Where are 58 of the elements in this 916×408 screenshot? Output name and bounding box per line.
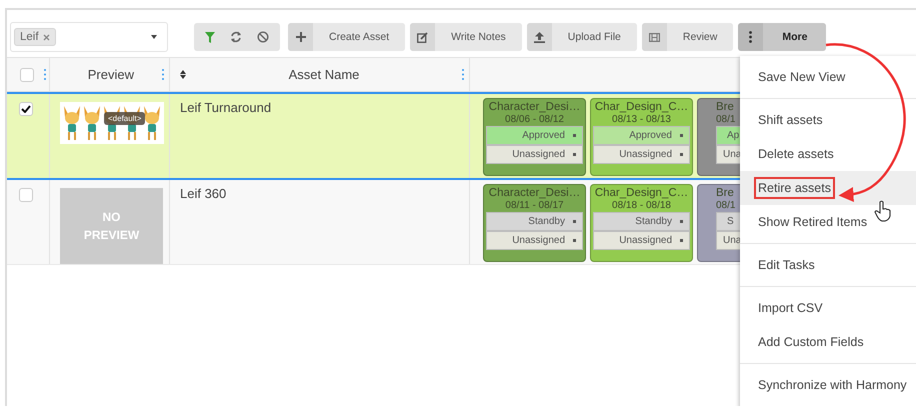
- column-handle-icon: [162, 69, 164, 80]
- dropdown-caret-icon: [151, 35, 157, 39]
- asset-name: Leif 360: [180, 186, 226, 201]
- menu-item[interactable]: Show Retired Items: [754, 211, 872, 233]
- film-icon: [648, 32, 660, 42]
- ban-icon: [256, 31, 269, 43]
- task-dates: 08/11 - 08/17: [505, 200, 564, 212]
- plus-icon: [296, 32, 306, 42]
- task-dates: 08/06 - 08/12: [505, 114, 564, 126]
- more-icon: [749, 31, 752, 43]
- task-title: Bre: [716, 100, 734, 114]
- assignee-dropdown[interactable]: Unassigned: [486, 145, 583, 164]
- status-dropdown[interactable]: Standby: [486, 212, 583, 231]
- menu-item[interactable]: Retire assets: [754, 177, 835, 199]
- menu-item[interactable]: Delete assets: [754, 143, 838, 165]
- column-header[interactable]: Preview: [88, 67, 134, 82]
- assignee-dropdown[interactable]: Unassigned: [593, 231, 690, 250]
- status-dropdown[interactable]: Approved: [593, 126, 690, 145]
- asset-name: Leif Turnaround: [180, 100, 272, 115]
- task-title: Character_Desi…: [488, 100, 580, 114]
- checkbox[interactable]: [19, 188, 33, 202]
- task-title: Character_Desi…: [488, 186, 580, 200]
- status-dropdown[interactable]: Standby: [593, 212, 690, 231]
- assignee-dropdown[interactable]: Unassigned: [486, 231, 583, 250]
- assignee-dropdown[interactable]: Unassigned: [593, 145, 690, 164]
- menu-item[interactable]: Synchronize with Harmony: [754, 374, 911, 396]
- task-card[interactable]: Char_Design_C… 08/13 - 08/13 Approved Unassigned: [590, 98, 693, 176]
- filter-chip[interactable]: Leif: [14, 28, 56, 46]
- task-dates: 08/13 - 08/13: [612, 114, 671, 126]
- checkbox[interactable]: [20, 68, 34, 82]
- menu-item[interactable]: Import CSV: [754, 297, 827, 319]
- checkbox[interactable]: [19, 102, 33, 116]
- tag-select-field[interactable]: Leif: [10, 22, 168, 52]
- task-dates: 08/18 - 08/18: [612, 200, 671, 212]
- task-title: Bre: [716, 186, 734, 200]
- status-dropdown[interactable]: Approved: [486, 126, 583, 145]
- task-card[interactable]: Character_Desi… 08/06 - 08/12 Approved Unassigned: [483, 98, 586, 176]
- hand-cursor-icon: [874, 200, 892, 222]
- remove-icon: [42, 34, 50, 40]
- task-card[interactable]: Char_Design_C… 08/18 - 08/18 Standby Unassigned: [590, 184, 693, 262]
- column-handle-icon: [44, 69, 46, 80]
- task-dates: 08/1: [716, 114, 736, 126]
- task-title: Char_Design_C…: [594, 100, 688, 114]
- menu-item[interactable]: Save New View: [754, 66, 850, 88]
- edit-icon: [417, 32, 428, 42]
- menu-item[interactable]: Shift assets: [754, 109, 827, 131]
- task-card[interactable]: Character_Desi… 08/11 - 08/17 Standby Unassigned: [483, 184, 586, 262]
- toolbar-button[interactable]: More: [763, 23, 826, 51]
- filter-icon: [205, 32, 216, 42]
- menu-item[interactable]: Add Custom Fields: [754, 331, 868, 353]
- task-title: Char_Design_C…: [594, 186, 688, 200]
- column-header[interactable]: Asset Name: [192, 67, 456, 82]
- sort-icon: [180, 70, 186, 79]
- column-handle-icon: [462, 69, 464, 80]
- upload-icon: [534, 32, 545, 42]
- task-dates: 08/1: [716, 200, 736, 212]
- default-badge: <default>: [104, 112, 146, 125]
- refresh-icon: [230, 31, 242, 43]
